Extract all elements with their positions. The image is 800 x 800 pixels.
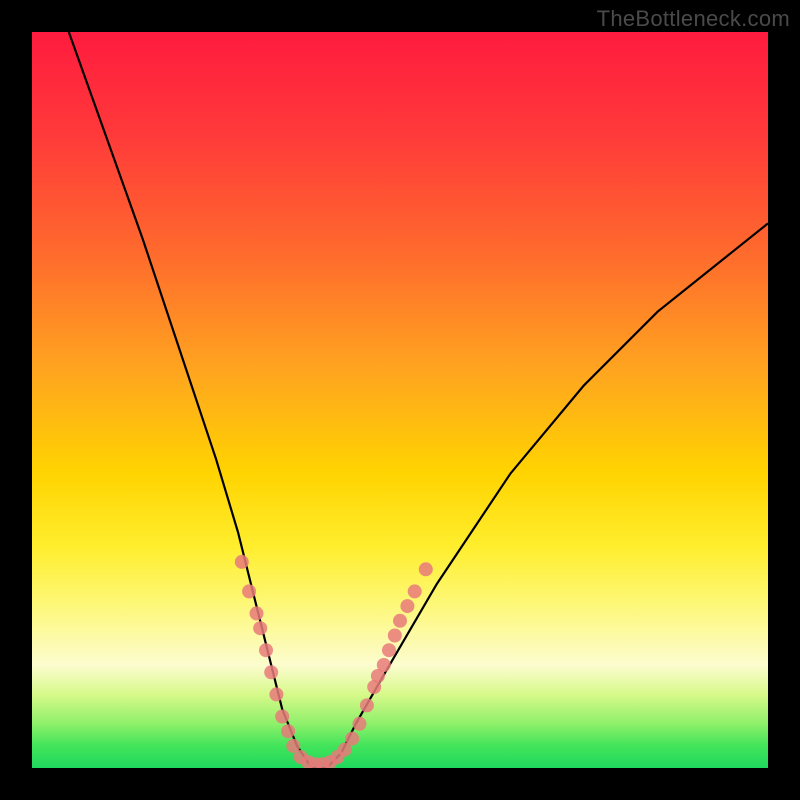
- watermark-text: TheBottleneck.com: [597, 6, 790, 32]
- curve-marker: [253, 621, 267, 635]
- curve-marker: [281, 724, 295, 738]
- curve-marker: [345, 732, 359, 746]
- bottleneck-curve: [69, 32, 768, 768]
- curve-markers: [235, 555, 433, 768]
- curve-marker: [388, 629, 402, 643]
- curve-marker: [408, 584, 422, 598]
- curve-marker: [360, 698, 374, 712]
- curve-marker: [242, 584, 256, 598]
- curve-marker: [400, 599, 414, 613]
- curve-marker: [269, 687, 283, 701]
- curve-marker: [377, 658, 391, 672]
- curve-marker: [419, 562, 433, 576]
- chart-svg: [32, 32, 768, 768]
- curve-marker: [393, 614, 407, 628]
- curve-marker: [259, 643, 273, 657]
- curve-marker: [250, 606, 264, 620]
- curve-marker: [275, 710, 289, 724]
- curve-marker: [382, 643, 396, 657]
- curve-marker: [235, 555, 249, 569]
- chart-plot-area: [32, 32, 768, 768]
- chart-frame: TheBottleneck.com: [0, 0, 800, 800]
- curve-marker: [264, 665, 278, 679]
- curve-marker: [353, 717, 367, 731]
